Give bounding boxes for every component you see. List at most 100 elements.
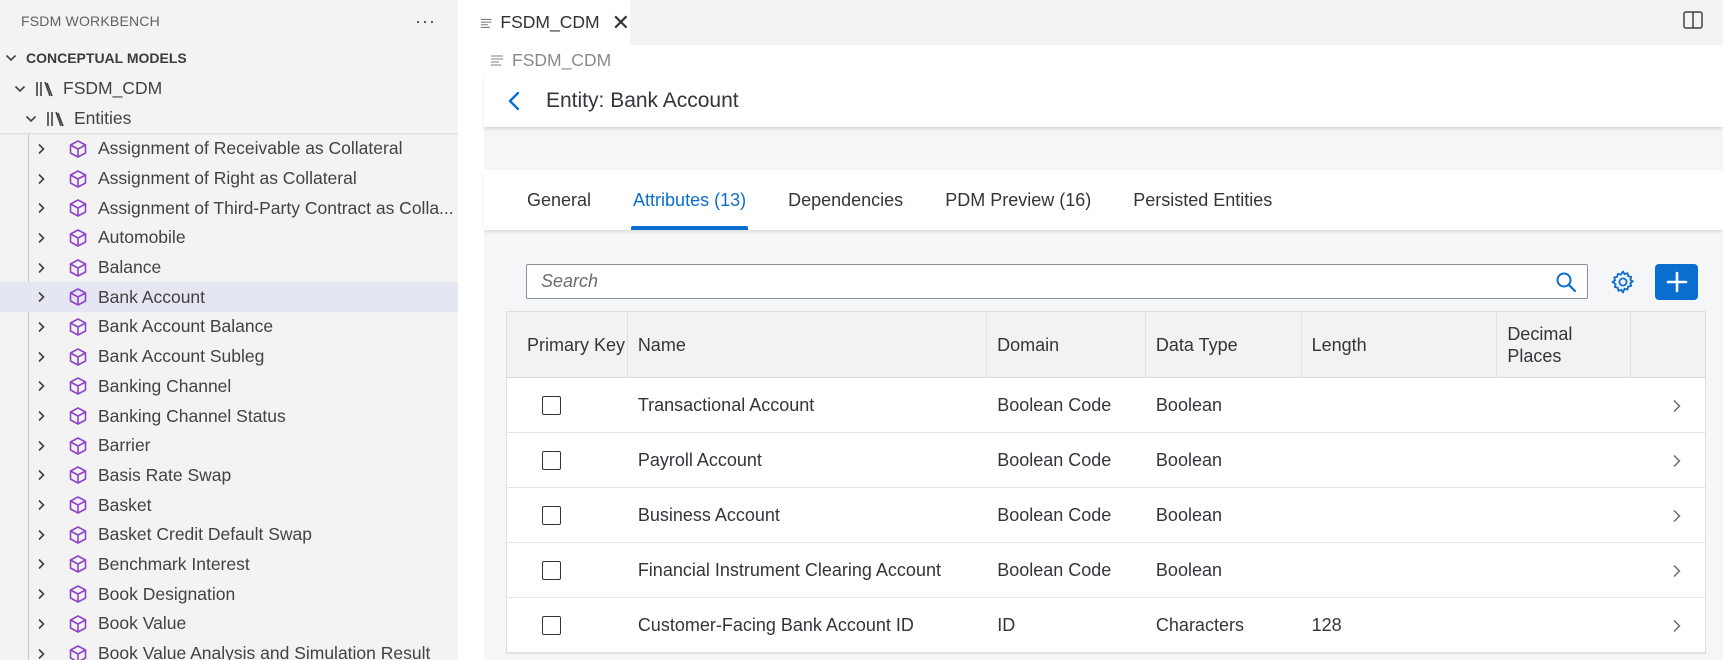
cube-icon <box>68 584 88 604</box>
cell-name: Financial Instrument Clearing Account <box>637 560 941 580</box>
tree-item-entity[interactable]: Book Value <box>0 609 458 639</box>
tree-item-entity[interactable]: Assignment of Right as Collateral <box>0 164 458 194</box>
column-header-name[interactable]: Name <box>628 312 988 378</box>
attributes-table: Primary Key Name Domain Data Type Length… <box>506 311 1706 654</box>
column-header-primary-key[interactable]: Primary Key <box>507 312 628 378</box>
tree-item-entity[interactable]: Banking Channel <box>0 372 458 402</box>
chevron-right-icon[interactable] <box>34 498 48 512</box>
cube-icon <box>68 644 88 660</box>
table-row[interactable]: Financial Instrument Clearing Account Boo… <box>507 543 1705 598</box>
column-header-length[interactable]: Length <box>1302 312 1498 378</box>
tree-item-entity[interactable]: Barrier <box>0 431 458 461</box>
cell-name: Business Account <box>637 505 780 525</box>
chevron-right-icon[interactable] <box>34 409 48 423</box>
column-header-domain[interactable]: Domain <box>987 312 1146 378</box>
add-attribute-button[interactable] <box>1655 264 1698 300</box>
cell-domain: Boolean Code <box>997 450 1112 470</box>
cube-icon <box>68 287 88 307</box>
chevron-right-icon[interactable] <box>34 617 48 631</box>
cell-data-type: Boolean <box>1155 450 1222 470</box>
tree-item-entity[interactable]: Benchmark Interest <box>0 550 458 580</box>
tab-label: Dependencies <box>788 189 904 210</box>
cell-length <box>1302 378 1498 433</box>
gear-icon[interactable] <box>1610 269 1636 295</box>
search-icon[interactable] <box>1555 271 1577 293</box>
tree-item-entity[interactable]: Book Value Analysis and Simulation Resul… <box>0 639 458 660</box>
chevron-right-icon[interactable] <box>34 172 48 186</box>
chevron-right-icon[interactable] <box>34 528 48 542</box>
primary-key-checkbox[interactable] <box>542 561 561 580</box>
tree-item-label: Entities <box>74 108 132 129</box>
chevron-right-icon[interactable] <box>34 261 48 275</box>
table-row[interactable]: Payroll Account Boolean Code Boolean <box>507 433 1705 488</box>
breadcrumb-item[interactable]: FSDM_CDM <box>512 50 611 71</box>
tree-item-entity[interactable]: Assignment of Receivable as Collateral <box>0 134 458 164</box>
chevron-right-icon[interactable] <box>34 439 48 453</box>
tree-item-entity[interactable]: Basket <box>0 490 458 520</box>
chevron-right-icon[interactable] <box>34 320 48 334</box>
chevron-right-icon[interactable] <box>34 290 48 304</box>
tab-persisted-entities[interactable]: Persisted Entities <box>1112 170 1293 230</box>
tree-section-conceptual-models[interactable]: CONCEPTUAL MODELS <box>0 42 458 74</box>
chevron-down-icon[interactable] <box>13 82 27 96</box>
editor-tab-fsdm-cdm[interactable]: FSDM_CDM ✕ <box>458 0 630 45</box>
tree-item-entity[interactable]: Bank Account Subleg <box>0 342 458 372</box>
primary-key-checkbox[interactable] <box>542 506 561 525</box>
chevron-right-icon[interactable] <box>34 231 48 245</box>
chevron-right-icon[interactable] <box>34 587 48 601</box>
chevron-right-icon[interactable] <box>1671 564 1683 578</box>
chevron-right-icon[interactable] <box>1671 509 1683 523</box>
table-row[interactable]: Transactional Account Boolean Code Boolean <box>507 378 1705 433</box>
split-editor-icon[interactable] <box>1683 11 1703 29</box>
chevron-right-icon[interactable] <box>34 468 48 482</box>
editor-area: FSDM_CDM ✕ FSDM_CDM Entity: Bank Account… <box>458 0 1723 660</box>
close-icon[interactable]: ✕ <box>612 11 630 34</box>
cell-length <box>1302 433 1498 488</box>
tree-item-model[interactable]: FSDM_CDM <box>0 74 458 104</box>
column-header-decimal-places[interactable]: Decimal Places <box>1497 312 1632 378</box>
tree-item-entity[interactable]: Banking Channel Status <box>0 401 458 431</box>
chevron-right-icon[interactable] <box>34 647 48 660</box>
tree-item-entity[interactable]: Balance <box>0 253 458 283</box>
cell-data-type: Characters <box>1155 615 1244 635</box>
search-field[interactable] <box>526 264 1588 299</box>
search-input[interactable] <box>527 265 1555 298</box>
tab-general[interactable]: General <box>506 170 612 230</box>
primary-key-checkbox[interactable] <box>542 451 561 470</box>
tree-item-entity[interactable]: Book Designation <box>0 579 458 609</box>
chevron-down-icon[interactable] <box>4 51 18 65</box>
cube-icon <box>68 436 88 456</box>
chevron-right-icon[interactable] <box>34 557 48 571</box>
tree-item-entity[interactable]: Basis Rate Swap <box>0 461 458 491</box>
tab-attributes[interactable]: Attributes (13) <box>612 170 767 230</box>
column-header-data-type[interactable]: Data Type <box>1146 312 1302 378</box>
cell-navigation <box>1631 378 1705 433</box>
tree-item-entity[interactable]: Automobile <box>0 223 458 253</box>
chevron-right-icon[interactable] <box>34 201 48 215</box>
cube-icon <box>68 169 88 189</box>
chevron-right-icon[interactable] <box>1671 399 1683 413</box>
tab-dependencies[interactable]: Dependencies <box>767 170 924 230</box>
more-actions-icon[interactable]: ··· <box>415 12 436 30</box>
primary-key-checkbox[interactable] <box>542 616 561 635</box>
tree-item-label: Basis Rate Swap <box>98 464 232 485</box>
chevron-right-icon[interactable] <box>34 350 48 364</box>
chevron-right-icon[interactable] <box>1671 619 1683 633</box>
primary-key-checkbox[interactable] <box>542 396 561 415</box>
tab-pdm-preview[interactable]: PDM Preview (16) <box>924 170 1112 230</box>
tree-item-entity[interactable]: Bank Account Balance <box>0 312 458 342</box>
tree-item-entities-folder[interactable]: Entities <box>0 104 458 134</box>
chevron-right-icon[interactable] <box>34 379 48 393</box>
cell-decimal-places <box>1497 543 1631 598</box>
chevron-right-icon[interactable] <box>34 142 48 156</box>
tab-label: Persisted Entities <box>1133 189 1273 210</box>
tree-item-entity[interactable]: Assignment of Third-Party Contract as Co… <box>0 193 458 223</box>
tree-item-entity[interactable]: Basket Credit Default Swap <box>0 520 458 550</box>
table-row[interactable]: Business Account Boolean Code Boolean <box>507 488 1705 543</box>
chevron-right-icon[interactable] <box>1671 454 1683 468</box>
table-row[interactable]: Customer-Facing Bank Account ID ID Charact… <box>507 598 1705 653</box>
chevron-down-icon[interactable] <box>24 112 38 126</box>
tree-item-entity[interactable]: Bank Account <box>0 282 458 313</box>
back-arrow-icon[interactable] <box>504 90 526 112</box>
tree-item-label: Banking Channel <box>98 375 232 396</box>
